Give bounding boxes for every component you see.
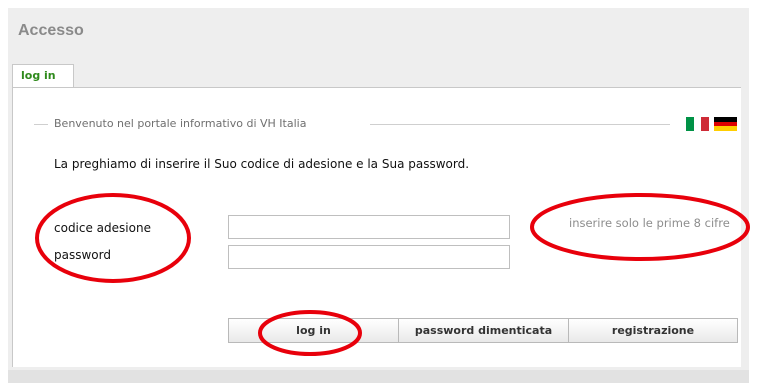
code-input[interactable] — [228, 215, 510, 239]
login-button[interactable]: log in — [229, 319, 399, 342]
button-bar: log in password dimenticata registrazion… — [228, 318, 738, 343]
welcome-legend: Benvenuto nel portale informativo di VH … — [50, 117, 311, 130]
page-title: Accesso — [18, 22, 84, 39]
bottom-bar — [8, 370, 749, 383]
code-hint: inserire solo le prime 8 cifre — [569, 216, 730, 230]
legend-divider-right — [370, 124, 670, 125]
password-label: password — [54, 248, 111, 262]
password-input[interactable] — [228, 245, 510, 269]
tab-login[interactable]: log in — [12, 64, 74, 88]
register-button[interactable]: registrazione — [569, 319, 737, 342]
legend-divider-left — [34, 124, 48, 125]
intro-text: La preghiamo di inserire il Suo codice d… — [54, 157, 470, 171]
code-label: codice adesione — [54, 221, 151, 235]
italian-flag-icon[interactable] — [686, 117, 710, 131]
forgot-password-button[interactable]: password dimenticata — [399, 319, 569, 342]
german-flag-icon[interactable] — [714, 117, 737, 132]
